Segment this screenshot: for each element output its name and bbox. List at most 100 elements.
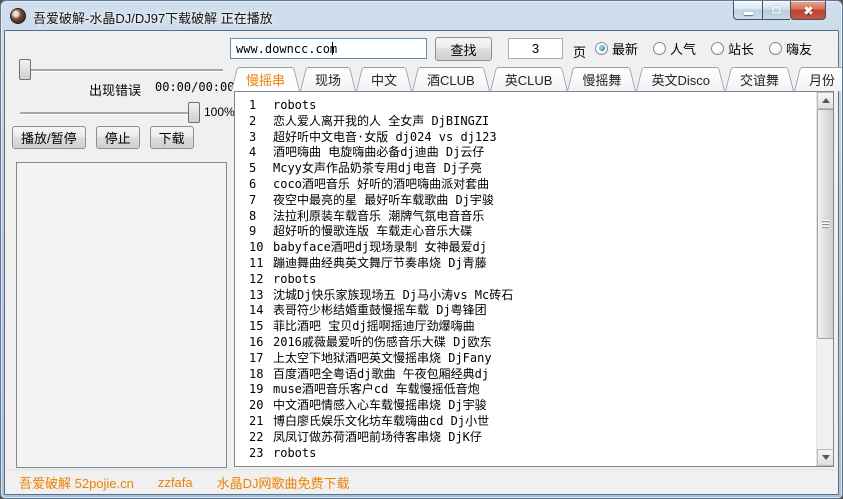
song-row[interactable]: 23 robots bbox=[235, 446, 816, 462]
song-index: 2 bbox=[249, 113, 257, 128]
song-row[interactable]: 18 百度酒吧全粤语dj歌曲 午夜包厢经典dj bbox=[235, 367, 816, 383]
song-row[interactable]: 1 robots bbox=[235, 98, 816, 114]
radio-label: 嗨友 bbox=[786, 41, 813, 57]
tab-酒CLUB[interactable]: 酒CLUB bbox=[412, 67, 490, 91]
tab-交谊舞[interactable]: 交谊舞 bbox=[725, 67, 794, 91]
tab-慢摇舞[interactable]: 慢摇舞 bbox=[567, 67, 636, 91]
song-row[interactable]: 2 恋人爱人离开我的人 全女声 DjBINGZI bbox=[235, 114, 816, 130]
radio-icon[interactable] bbox=[769, 41, 783, 55]
song-title: 博白廖氏娱乐文化坊车载嗨曲cd Dj小世 bbox=[273, 413, 490, 428]
volume-slider-thumb[interactable] bbox=[188, 102, 200, 123]
song-title: 恋人爱人离开我的人 全女声 DjBINGZI bbox=[273, 113, 490, 128]
find-button[interactable]: 查找 bbox=[435, 37, 492, 61]
client-area: 查找 页 最新 人气 站长 嗨友 出现错误 00:00/00:00 100% 播放/暂… bbox=[4, 30, 839, 495]
song-row[interactable]: 12 robots bbox=[235, 272, 816, 288]
tab-慢摇串[interactable]: 慢摇串 bbox=[231, 67, 300, 91]
minimize-icon bbox=[743, 11, 753, 15]
volume-value: 100% bbox=[204, 105, 235, 119]
sort-radio-group: 最新 人气 站长 嗨友 bbox=[595, 39, 812, 57]
song-row[interactable]: 11 蹦迪舞曲经典英文舞厅节奏串烧 Dj青藤 bbox=[235, 256, 816, 272]
app-icon bbox=[10, 8, 26, 24]
sort-radio-嗨友[interactable]: 嗨友 bbox=[769, 39, 812, 58]
tab-英文Disco[interactable]: 英文Disco bbox=[636, 67, 725, 91]
radio-icon[interactable] bbox=[595, 41, 608, 55]
song-row[interactable]: 4 酒吧嗨曲 电旋嗨曲必备dj迪曲 Dj云仔 bbox=[235, 145, 816, 161]
scroll-down-button[interactable] bbox=[817, 449, 833, 466]
radio-label: 人气 bbox=[670, 41, 697, 57]
song-row[interactable]: 17 上太空下地狱酒吧英文慢摇串烧 DjFany bbox=[235, 351, 816, 367]
song-title: babyface酒吧dj现场录制 女神最爱dj bbox=[273, 240, 487, 255]
song-row[interactable]: 10 babyface酒吧dj现场录制 女神最爱dj bbox=[235, 240, 816, 256]
song-title: 夜空中最亮的星 最好听车载歌曲 Dj宇骏 bbox=[273, 192, 494, 207]
seek-slider-track[interactable] bbox=[20, 69, 223, 71]
song-title: 菲比酒吧 宝贝dj摇啊摇迪厅劲爆嗨曲 bbox=[273, 319, 475, 334]
radio-icon[interactable] bbox=[653, 41, 667, 55]
download-button[interactable]: 下载 bbox=[149, 126, 194, 149]
song-index: 8 bbox=[249, 208, 257, 223]
song-title: 凤凤订做苏荷酒吧前场待客串烧 DjK仔 bbox=[273, 429, 482, 444]
tab-中文[interactable]: 中文 bbox=[356, 67, 412, 91]
song-row[interactable]: 6 coco酒吧音乐 好听的酒吧嗨曲派对套曲 bbox=[235, 177, 816, 193]
song-index: 12 bbox=[249, 271, 264, 286]
status-author: zzfafa bbox=[157, 474, 193, 490]
arrow-down-icon bbox=[821, 455, 830, 460]
page-label: 页 bbox=[573, 45, 587, 60]
song-row[interactable]: 21 博白廖氏娱乐文化坊车载嗨曲cd Dj小世 bbox=[235, 414, 816, 430]
song-index: 11 bbox=[249, 255, 264, 270]
song-row[interactable]: 22 凤凤订做苏荷酒吧前场待客串烧 DjK仔 bbox=[235, 430, 816, 446]
sort-radio-最新[interactable]: 最新 bbox=[595, 39, 638, 58]
song-index: 14 bbox=[249, 303, 264, 318]
scroll-up-button[interactable] bbox=[817, 92, 833, 109]
song-title: robots bbox=[273, 271, 317, 286]
radio-icon[interactable] bbox=[711, 41, 725, 55]
arrow-up-icon bbox=[821, 98, 830, 103]
vertical-scrollbar[interactable] bbox=[816, 92, 833, 466]
sort-radio-人气[interactable]: 人气 bbox=[653, 39, 696, 58]
title-bar[interactable]: 吾爱破解-水晶DJ/DJ97下载破解 正在播放 bbox=[1, 1, 842, 30]
tab-label: 交谊舞 bbox=[739, 72, 779, 88]
seek-slider-thumb[interactable] bbox=[19, 59, 31, 80]
radio-label: 最新 bbox=[612, 41, 639, 57]
maximize-button[interactable] bbox=[763, 1, 790, 20]
tab-月份[interactable]: 月份 bbox=[794, 67, 842, 91]
song-row[interactable]: 14 表哥符少彬结婚重鼓慢摇车载 Dj粤锋团 bbox=[235, 303, 816, 319]
song-index: 23 bbox=[249, 445, 264, 460]
url-input[interactable] bbox=[230, 38, 427, 59]
sort-radio-站长[interactable]: 站长 bbox=[711, 39, 754, 58]
tab-现场[interactable]: 现场 bbox=[300, 67, 356, 91]
song-row[interactable]: 3 超好听中文电音·女版 dj024 vs dj123 bbox=[235, 130, 816, 146]
song-title: 法拉利原装车载音乐 潮牌气氛电音音乐 bbox=[273, 208, 485, 223]
scrollbar-thumb[interactable] bbox=[817, 109, 833, 339]
minimize-button[interactable] bbox=[733, 1, 763, 20]
grip-icon bbox=[822, 223, 829, 225]
song-row[interactable]: 8 法拉利原装车载音乐 潮牌气氛电音音乐 bbox=[235, 209, 816, 225]
stop-button[interactable]: 停止 bbox=[95, 126, 140, 149]
song-title: robots bbox=[273, 98, 317, 112]
page-input[interactable] bbox=[508, 38, 563, 59]
song-row[interactable]: 9 超好听的慢歌连版 车载走心音乐大碟 bbox=[235, 224, 816, 240]
song-row[interactable]: 16 2016戚薇最爱听的伤感音乐大碟 Dj欧东 bbox=[235, 335, 816, 351]
download-queue-listbox[interactable] bbox=[16, 162, 227, 468]
song-index: 19 bbox=[249, 382, 264, 397]
song-row[interactable]: 5 Mcyy女声作品奶茶专用dj电音 Dj子亮 bbox=[235, 161, 816, 177]
tab-label: 中文 bbox=[371, 72, 398, 88]
song-row[interactable]: 13 沈城Dj快乐家族现场五 Dj马小涛vs Mc砖石 bbox=[235, 288, 816, 304]
song-row[interactable]: 15 菲比酒吧 宝贝dj摇啊摇迪厅劲爆嗨曲 bbox=[235, 319, 816, 335]
app-window: 吾爱破解-水晶DJ/DJ97下载破解 正在播放 查找 页 最新 人气 站长 嗨友 出现… bbox=[0, 0, 843, 499]
tab-label: 现场 bbox=[315, 72, 342, 88]
song-index: 16 bbox=[249, 334, 264, 349]
tab-英CLUB[interactable]: 英CLUB bbox=[490, 67, 568, 91]
song-row[interactable]: 19 muse酒吧音乐客户cd 车载慢摇低音炮 bbox=[235, 382, 816, 398]
volume-slider-track[interactable] bbox=[20, 112, 200, 114]
player-buttons: 播放/暂停 停止 下载 bbox=[12, 126, 194, 149]
play-pause-button[interactable]: 播放/暂停 bbox=[12, 126, 86, 149]
song-title: 百度酒吧全粤语dj歌曲 午夜包厢经典dj bbox=[273, 366, 490, 381]
song-index: 1 bbox=[249, 98, 257, 112]
song-title: 2016戚薇最爱听的伤感音乐大碟 Dj欧东 bbox=[273, 334, 492, 349]
song-row[interactable]: 7 夜空中最亮的星 最好听车载歌曲 Dj宇骏 bbox=[235, 193, 816, 209]
song-row[interactable]: 20 中文酒吧情感入心车载慢摇串烧 Dj宇骏 bbox=[235, 398, 816, 414]
song-list-box: 1 robots 2 恋人爱人离开我的人 全女声 DjBINGZI 3 超好听中文电音·女… bbox=[234, 91, 834, 467]
song-index: 22 bbox=[249, 429, 264, 444]
close-button[interactable] bbox=[790, 1, 826, 20]
song-title: 上太空下地狱酒吧英文慢摇串烧 DjFany bbox=[273, 350, 492, 365]
